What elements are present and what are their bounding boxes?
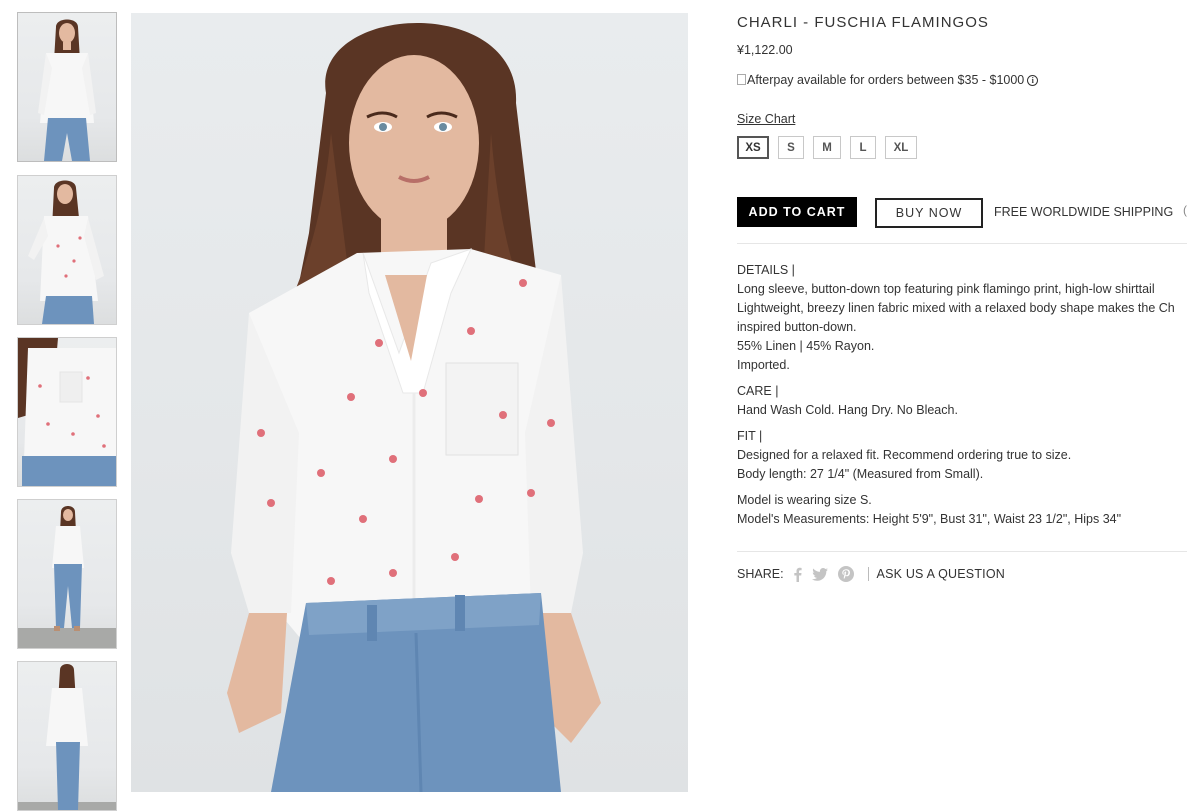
divider xyxy=(737,551,1187,552)
free-shipping-text: FREE WORLDWIDE SHIPPING xyxy=(994,205,1174,219)
product-title: CHARLI - FUSCHIA FLAMINGOS xyxy=(737,14,989,31)
share-row: SHARE: ASK US A QUESTION xyxy=(737,566,1005,582)
thumbnail-2-photo xyxy=(28,180,104,324)
model-line: Model's Measurements: Height 5'9", Bust … xyxy=(737,512,1122,526)
thumbnail-2[interactable] xyxy=(17,175,117,325)
product-price: ¥1,122.00 xyxy=(737,43,793,57)
thumbnail-1[interactable] xyxy=(17,12,117,162)
size-option-l[interactable]: L xyxy=(850,136,876,159)
product-description: DETAILS | Long sleeve, button-down top f… xyxy=(737,261,1175,536)
thumbnail-5[interactable] xyxy=(17,661,117,811)
details-line: Imported. xyxy=(737,358,790,372)
fit-line: Body length: 27 1/4" (Measured from Smal… xyxy=(737,467,984,481)
fit-line: Designed for a relaxed fit. Recommend or… xyxy=(737,448,1072,462)
facebook-icon[interactable] xyxy=(793,567,802,582)
size-option-xs[interactable]: XS xyxy=(737,136,769,159)
pinterest-icon[interactable] xyxy=(837,566,854,582)
model-line: Model is wearing size S. xyxy=(737,493,872,507)
size-chart-link[interactable]: Size Chart xyxy=(737,112,795,126)
care-section: CARE | Hand Wash Cold. Hang Dry. No Blea… xyxy=(737,382,1175,420)
details-section: DETAILS | Long sleeve, button-down top f… xyxy=(737,261,1175,375)
model-section: Model is wearing size S. Model's Measure… xyxy=(737,491,1175,529)
details-heading: DETAILS | xyxy=(737,263,795,277)
care-line: Hand Wash Cold. Hang Dry. No Bleach. xyxy=(737,403,958,417)
details-line: Long sleeve, button-down top featuring p… xyxy=(737,282,1155,296)
separator xyxy=(867,567,869,581)
care-heading: CARE | xyxy=(737,384,779,398)
ask-question-link[interactable]: ASK US A QUESTION xyxy=(877,567,1005,581)
model-wearing-shirt-illustration xyxy=(227,23,601,792)
size-option-s[interactable]: S xyxy=(778,136,804,159)
details-line: inspired button-down. xyxy=(737,320,857,334)
shipping-overflow-glyph: ( xyxy=(1183,203,1187,217)
afterpay-notice: Afterpay available for orders between $3… xyxy=(737,73,1039,87)
broken-image-icon xyxy=(737,73,746,85)
thumbnail-3[interactable] xyxy=(17,337,117,487)
fit-heading: FIT | xyxy=(737,429,763,443)
buy-now-button[interactable]: BUY NOW xyxy=(875,198,983,228)
size-selector: XS S M L XL xyxy=(737,136,926,159)
thumbnail-4-photo xyxy=(18,506,116,648)
details-line: 55% Linen | 45% Rayon. xyxy=(737,339,875,353)
main-product-image[interactable] xyxy=(131,13,688,792)
thumbnail-3-photo xyxy=(18,338,116,486)
size-option-m[interactable]: M xyxy=(813,136,841,159)
twitter-icon[interactable] xyxy=(811,567,828,581)
product-info-panel: CHARLI - FUSCHIA FLAMINGOS ¥1,122.00 Aft… xyxy=(737,0,1187,792)
thumbnail-4[interactable] xyxy=(17,499,117,649)
share-label: SHARE: xyxy=(737,567,784,581)
details-line: Lightweight, breezy linen fabric mixed w… xyxy=(737,301,1175,315)
fit-section: FIT | Designed for a relaxed fit. Recomm… xyxy=(737,427,1175,484)
size-option-xl[interactable]: XL xyxy=(885,136,917,159)
info-icon[interactable]: i xyxy=(1027,74,1039,86)
thumbnail-1-photo xyxy=(38,19,96,161)
afterpay-text: Afterpay available for orders between $3… xyxy=(747,73,1025,87)
thumbnail-5-photo xyxy=(18,664,116,810)
add-to-cart-button[interactable]: ADD TO CART xyxy=(737,197,857,227)
divider xyxy=(737,243,1187,244)
